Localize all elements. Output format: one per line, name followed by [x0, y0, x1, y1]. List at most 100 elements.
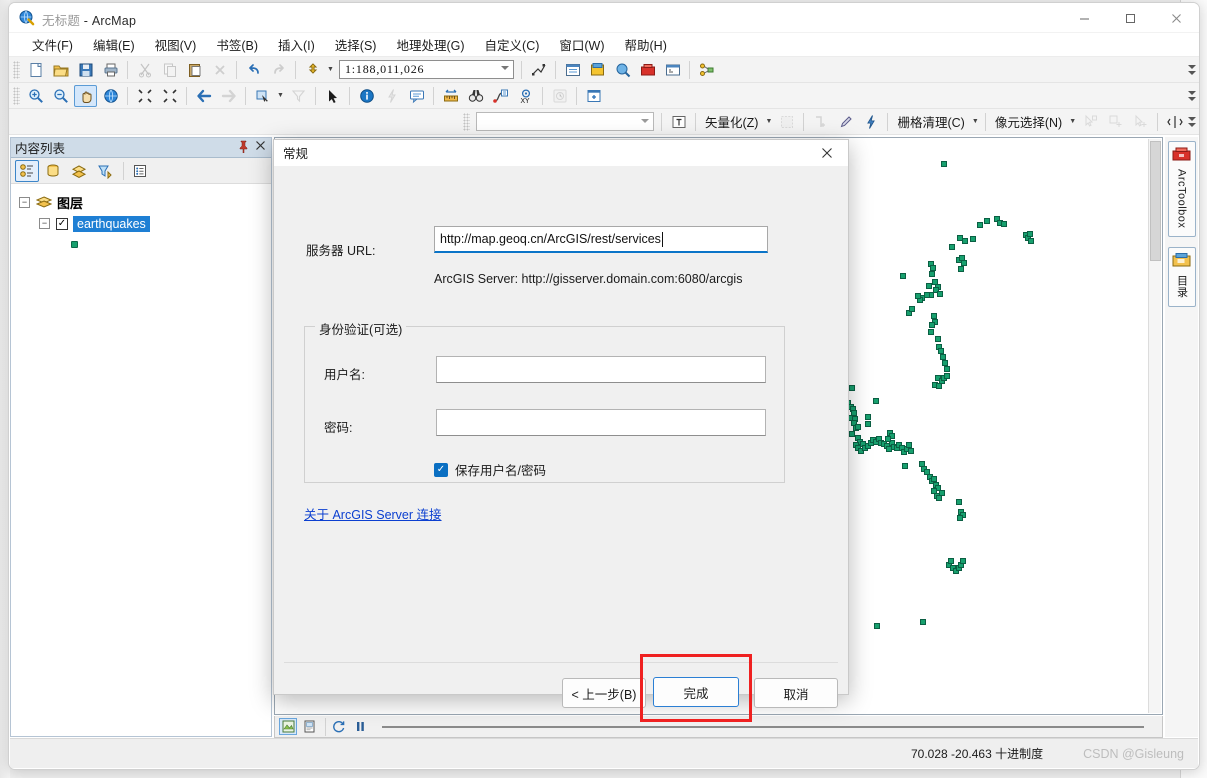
map-point-earthquake[interactable] [926, 282, 933, 289]
toc-layer-label[interactable]: earthquakes [73, 215, 150, 232]
map-point-earthquake[interactable] [927, 329, 934, 336]
map-point-earthquake[interactable] [872, 397, 879, 404]
map-point-earthquake[interactable] [874, 622, 881, 629]
map-point-earthquake[interactable] [864, 421, 871, 428]
map-point-earthquake[interactable] [848, 385, 855, 392]
map-point-earthquake[interactable] [969, 235, 976, 242]
go-to-xy-icon[interactable]: XY [514, 85, 537, 107]
menu-edit[interactable]: 编辑(E) [84, 32, 144, 57]
identify-info-icon[interactable] [355, 85, 378, 107]
map-point-earthquake[interactable] [928, 322, 935, 329]
go-forward-arrow-icon[interactable] [217, 85, 240, 107]
arctoolbox-icon[interactable] [636, 59, 659, 81]
menu-geoprocessing[interactable]: 地理处理(G) [387, 32, 473, 57]
map-point-earthquake[interactable] [935, 383, 942, 390]
options-list-icon[interactable] [128, 160, 152, 182]
map-point-earthquake[interactable] [907, 447, 914, 454]
expander-icon[interactable]: − [39, 218, 50, 229]
clear-selection-icon[interactable] [287, 85, 310, 107]
map-point-earthquake[interactable] [960, 558, 967, 565]
chevron-down-icon[interactable] [501, 66, 509, 70]
standard-toolbar-overflow[interactable] [1187, 59, 1197, 81]
modelbuilder-icon[interactable] [695, 59, 718, 81]
green-point-symbol[interactable] [71, 241, 78, 248]
toc-layer-earthquakes[interactable]: − ✓ earthquakes [19, 213, 271, 234]
list-by-selection-icon[interactable] [93, 160, 117, 182]
vectorize-menu-label[interactable]: 矢量化(Z) [700, 112, 763, 131]
menu-view[interactable]: 视图(V) [146, 32, 206, 57]
side-tab-arctoolbox[interactable]: ArcToolbox [1167, 141, 1196, 238]
full-extent-globe-icon[interactable] [99, 85, 122, 107]
back-button[interactable]: < 上一步(B) [562, 678, 646, 708]
table-of-contents-icon[interactable] [561, 59, 584, 81]
map-point-earthquake[interactable] [914, 292, 921, 299]
flip-cells-icon[interactable] [1163, 111, 1186, 133]
layer-visibility-checkbox[interactable]: ✓ [56, 217, 68, 230]
map-point-earthquake[interactable] [957, 515, 964, 522]
menu-selection[interactable]: 选择(S) [326, 32, 386, 57]
toc-group-layers[interactable]: − 图层 [19, 192, 271, 213]
select-cells-rectangle-icon[interactable] [1104, 111, 1127, 133]
layout-view-icon[interactable] [300, 718, 318, 735]
toolbar-grip[interactable] [13, 86, 20, 105]
save-credentials-row[interactable]: ✓ 保存用户名/密码 [434, 460, 546, 479]
map-point-earthquake[interactable] [930, 475, 937, 482]
select-features-icon[interactable] [251, 85, 274, 107]
hyperlink-lightning-icon[interactable] [380, 85, 403, 107]
expander-icon[interactable]: − [19, 197, 30, 208]
find-binoculars-icon[interactable] [464, 85, 487, 107]
search-icon[interactable] [611, 59, 634, 81]
map-point-earthquake[interactable] [938, 490, 945, 497]
zoom-in-icon[interactable] [24, 85, 47, 107]
select-features-dropdown-icon[interactable]: ▼ [275, 85, 286, 107]
scrollbar-thumb[interactable] [1150, 141, 1161, 261]
map-point-earthquake[interactable] [948, 558, 955, 565]
cancel-button[interactable]: 取消 [754, 678, 838, 708]
raster-cleanup-dropdown-icon[interactable]: ▼ [970, 111, 981, 133]
map-point-earthquake[interactable] [956, 499, 963, 506]
vectorization-trace-icon[interactable] [809, 111, 832, 133]
tools-toolbar-overflow[interactable] [1187, 85, 1197, 107]
side-tab-catalog[interactable]: 目录 [1167, 247, 1196, 308]
measure-ruler-icon[interactable] [439, 85, 462, 107]
map-point-earthquake[interactable] [885, 435, 892, 442]
redo-arrow-icon[interactable] [267, 59, 290, 81]
list-by-drawing-order-icon[interactable] [15, 159, 39, 182]
cell-selection-dropdown-icon[interactable]: ▼ [1067, 111, 1078, 133]
menu-customize[interactable]: 自定义(C) [476, 32, 549, 57]
create-viewer-window-icon[interactable] [582, 85, 605, 107]
print-icon[interactable] [99, 59, 122, 81]
map-point-earthquake[interactable] [984, 218, 991, 225]
cut-scissors-icon[interactable] [133, 59, 156, 81]
chevron-down-icon[interactable] [641, 119, 649, 123]
server-url-input[interactable]: http://map.geoq.cn/ArcGIS/rest/services [434, 226, 768, 253]
select-elements-arrow-icon[interactable] [321, 85, 344, 107]
fixed-zoom-out-icon[interactable] [158, 85, 181, 107]
vectorize-dropdown-icon[interactable]: ▼ [763, 111, 774, 133]
map-point-earthquake[interactable] [936, 290, 943, 297]
menu-insert[interactable]: 插入(I) [269, 32, 324, 57]
save-icon[interactable] [74, 59, 97, 81]
map-point-earthquake[interactable] [929, 264, 936, 271]
map-point-earthquake[interactable] [977, 221, 984, 228]
go-back-arrow-icon[interactable] [192, 85, 215, 107]
maximize-button[interactable] [1107, 3, 1153, 33]
catalog-icon[interactable] [586, 59, 609, 81]
raster-layer-combo[interactable] [476, 112, 654, 131]
map-point-earthquake[interactable] [855, 424, 862, 431]
python-window-icon[interactable] [661, 59, 684, 81]
vectorization-pencil-icon[interactable] [834, 111, 857, 133]
open-folder-icon[interactable] [49, 59, 72, 81]
map-vertical-scrollbar[interactable] [1148, 139, 1161, 713]
menu-window[interactable]: 窗口(W) [550, 32, 613, 57]
map-point-earthquake[interactable] [942, 359, 949, 366]
list-by-source-icon[interactable] [41, 160, 65, 182]
vectorization-settings-icon[interactable] [775, 111, 798, 133]
raster-cleanup-menu-label[interactable]: 栅格清理(C) [892, 112, 969, 131]
username-input[interactable] [436, 356, 766, 383]
copy-icon[interactable] [158, 59, 181, 81]
map-point-earthquake[interactable] [944, 373, 951, 380]
time-slider-icon[interactable] [548, 85, 571, 107]
map-point-earthquake[interactable] [900, 273, 907, 280]
pan-hand-icon[interactable] [74, 84, 97, 107]
